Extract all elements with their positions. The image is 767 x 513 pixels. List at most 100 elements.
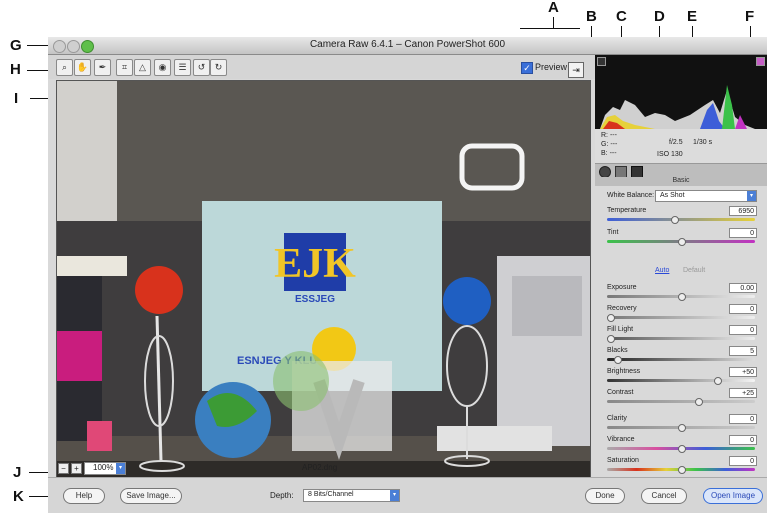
- white-balance-tool-icon[interactable]: ✒: [94, 59, 111, 76]
- slider-track[interactable]: [607, 358, 755, 361]
- slider-thumb[interactable]: [614, 356, 623, 364]
- slider-value-input[interactable]: 0: [729, 456, 757, 466]
- slider-label: Brightness: [607, 368, 641, 375]
- done-button[interactable]: Done: [585, 488, 625, 504]
- zoom-out-button[interactable]: −: [58, 463, 69, 474]
- straighten-tool-icon[interactable]: △: [134, 59, 151, 76]
- slider-label: Contrast: [607, 389, 634, 396]
- slider-value-input[interactable]: 0: [729, 435, 757, 445]
- callout-f: F: [745, 8, 755, 25]
- callout-i: I: [14, 90, 19, 107]
- readout-g-value: ---: [610, 141, 618, 148]
- slider-label: Vibrance: [607, 436, 635, 443]
- rotate-right-icon[interactable]: ↻: [210, 59, 227, 76]
- default-link[interactable]: Default: [683, 267, 705, 274]
- iso-value: ISO 130: [657, 151, 683, 158]
- readout-r: R: ---: [601, 132, 617, 139]
- window-title: Camera Raw 6.4.1 – Canon PowerShot 600: [309, 39, 506, 50]
- slider-track[interactable]: [607, 400, 755, 403]
- slider-track[interactable]: [607, 337, 755, 340]
- highlight-clipping-warning-icon[interactable]: [756, 57, 765, 66]
- open-image-button[interactable]: Open Image: [703, 488, 763, 504]
- preferences-icon[interactable]: ☰: [174, 59, 191, 76]
- chevron-down-icon: ▾: [116, 463, 125, 474]
- readout-b-value: ---: [609, 150, 617, 157]
- slider-track[interactable]: [607, 316, 755, 319]
- slider-label: Exposure: [607, 284, 637, 291]
- slider-thumb[interactable]: [607, 335, 615, 343]
- file-name: AP02.dng: [302, 463, 338, 472]
- toolbar: ⌕ ✋ ✒ ⌗ △ ◉ ☰ ↺ ↻: [48, 55, 598, 79]
- slider-thumb[interactable]: [678, 445, 686, 453]
- slider-value-input[interactable]: 0.00: [729, 283, 757, 293]
- zoom-tool-icon[interactable]: ⌕: [56, 59, 73, 76]
- slider-thumb[interactable]: [678, 238, 686, 246]
- aperture-value: f/2.5: [669, 139, 683, 146]
- sign-subtext: ESSJEG: [295, 294, 335, 305]
- slider-value-input[interactable]: 5: [729, 346, 757, 356]
- slider-value-input[interactable]: +25: [729, 388, 757, 398]
- zoom-level-select[interactable]: 100% ▾: [84, 462, 126, 475]
- slider-label: Clarity: [607, 415, 627, 422]
- status-bar: − + 100% ▾ AP02.dng: [56, 462, 589, 477]
- white-balance-value: As Shot: [660, 192, 685, 199]
- slider-thumb[interactable]: [695, 398, 704, 406]
- crop-tool-icon[interactable]: ⌗: [116, 59, 133, 76]
- full-screen-button[interactable]: ⇥: [568, 62, 584, 78]
- shadow-clipping-warning-icon[interactable]: [597, 57, 606, 66]
- preview-checkbox[interactable]: ✓: [521, 62, 533, 74]
- callout-j: J: [13, 464, 22, 481]
- zoom-level-value: 100%: [93, 463, 114, 472]
- sign-text: EJK: [274, 241, 356, 287]
- readout-r-value: ---: [609, 132, 617, 139]
- slider-thumb[interactable]: [607, 314, 615, 322]
- slider-thumb[interactable]: [670, 216, 679, 224]
- slider-track[interactable]: [607, 218, 755, 221]
- leader-a-h: [520, 28, 580, 29]
- readout-g-label: G:: [601, 141, 609, 148]
- slider-value-input[interactable]: 0: [729, 414, 757, 424]
- callout-a: A: [548, 0, 559, 16]
- help-button[interactable]: Help: [63, 488, 105, 504]
- rotate-left-icon[interactable]: ↺: [193, 59, 210, 76]
- camera-raw-window: Camera Raw 6.4.1 – Canon PowerShot 600 ⌕…: [48, 37, 767, 513]
- slider-value-input[interactable]: 6950: [729, 206, 757, 216]
- white-balance-select[interactable]: As Shot ▾: [655, 190, 757, 202]
- white-balance-label: White Balance:: [607, 192, 655, 199]
- readout-g: G: ---: [601, 141, 617, 148]
- slider-value-input[interactable]: 0: [729, 228, 757, 238]
- slider-thumb[interactable]: [713, 377, 722, 385]
- slider-track[interactable]: [607, 379, 755, 382]
- callout-h: H: [10, 61, 21, 78]
- image-preview[interactable]: EJK ESSJEG ESNJEG Y KLUB: [56, 80, 591, 503]
- title-bar: Camera Raw 6.4.1 – Canon PowerShot 600: [48, 37, 767, 55]
- slider-label: Recovery: [607, 305, 637, 312]
- hand-tool-icon[interactable]: ✋: [74, 59, 91, 76]
- chevron-down-icon: ▾: [390, 490, 399, 501]
- depth-select[interactable]: 8 Bits/Channel ▾: [303, 489, 400, 502]
- slider-value-input[interactable]: +50: [729, 367, 757, 377]
- photo-scene: EJK ESSJEG ESNJEG Y KLUB: [57, 81, 590, 502]
- histogram-graph: [595, 55, 767, 129]
- callout-d: D: [654, 8, 665, 25]
- zoom-in-button[interactable]: +: [71, 463, 82, 474]
- slider-value-input[interactable]: 0: [729, 304, 757, 314]
- callout-g: G: [10, 37, 22, 54]
- basic-panel: White Balance: As Shot ▾ Temperature 6950…: [595, 187, 767, 477]
- depth-label: Depth:: [270, 491, 294, 500]
- save-image-button[interactable]: Save Image...: [120, 488, 182, 504]
- cancel-button[interactable]: Cancel: [641, 488, 687, 504]
- slider-label: Blacks: [607, 347, 628, 354]
- slider-value-input[interactable]: 0: [729, 325, 757, 335]
- callout-b: B: [586, 8, 597, 25]
- depth-value: 8 Bits/Channel: [308, 491, 354, 498]
- shutter-value: 1/30 s: [693, 139, 713, 146]
- readout-b-label: B:: [601, 150, 608, 157]
- slider-thumb[interactable]: [678, 424, 686, 432]
- readout-r-label: R:: [601, 132, 608, 139]
- bottom-bar: Help Save Image... Depth: 8 Bits/Channel…: [48, 477, 767, 513]
- slider-thumb[interactable]: [678, 466, 686, 474]
- slider-thumb[interactable]: [678, 293, 686, 301]
- auto-link[interactable]: Auto: [655, 267, 669, 274]
- red-eye-tool-icon[interactable]: ◉: [154, 59, 171, 76]
